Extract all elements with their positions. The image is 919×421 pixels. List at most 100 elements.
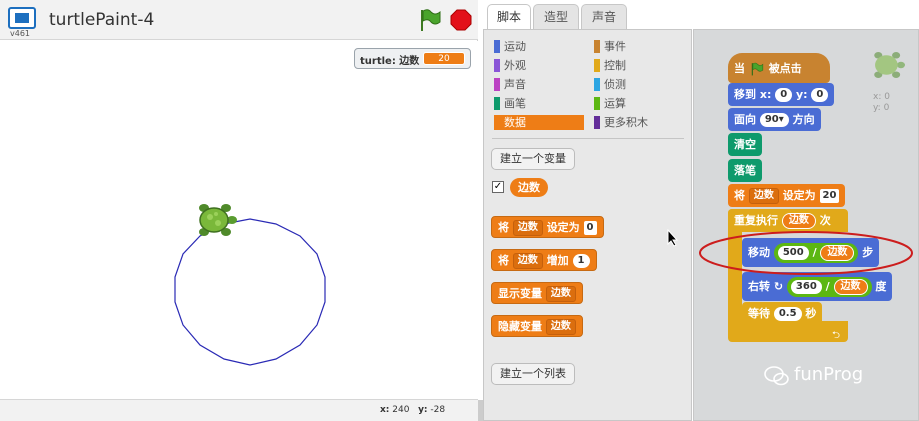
turn-numerator-input[interactable]: 360 xyxy=(790,280,822,294)
stop-icon[interactable] xyxy=(450,9,472,31)
hide-block-var-dropdown[interactable]: 边数 xyxy=(545,319,576,335)
change-block-label: 将 xyxy=(498,254,509,267)
mouse-y-label: y: xyxy=(418,405,428,415)
hat-label: 当 xyxy=(734,62,745,75)
when-flag-clicked-block[interactable]: 当 被点击 xyxy=(728,53,830,83)
variable-monitor-label: turtle: 边数 xyxy=(360,56,420,67)
point-direction-block[interactable]: 面向 90▾ 方向 xyxy=(728,108,821,131)
script-area[interactable]: 当 被点击 移到 x: 0 y: 0 面向 90▾ 方向 清空 落笔 将 边数 … xyxy=(693,29,919,421)
category-sensing[interactable]: 侦测 xyxy=(594,77,626,92)
category-events[interactable]: 事件 xyxy=(594,39,626,54)
category-more-blocks[interactable]: 更多积木 xyxy=(594,115,648,130)
change-block-var-dropdown[interactable]: 边数 xyxy=(512,253,543,269)
editor-tabs: 脚本 造型 声音 xyxy=(483,0,919,30)
set-block-var-dropdown[interactable]: 边数 xyxy=(512,220,543,236)
tab-costumes[interactable]: 造型 xyxy=(533,4,579,29)
show-block-var-dropdown[interactable]: 边数 xyxy=(545,286,576,302)
category-control[interactable]: 控制 xyxy=(594,58,626,73)
direction-input[interactable]: 90▾ xyxy=(759,113,789,127)
turn-label: 右转 xyxy=(748,280,770,293)
show-block-label: 显示变量 xyxy=(498,287,542,300)
variable-monitor-value: 20 xyxy=(423,52,465,65)
set-variable-block[interactable]: 将 边数 设定为 0 xyxy=(491,216,604,238)
sprite-position: x: 0 y: 0 xyxy=(873,92,890,114)
hat-label-2: 被点击 xyxy=(768,62,802,75)
variable-reporter[interactable]: 边数 xyxy=(510,178,548,197)
goto-xy-block[interactable]: 移到 x: 0 y: 0 xyxy=(728,83,835,106)
change-variable-block[interactable]: 将 边数 增加 1 xyxy=(491,249,597,271)
variable-checkbox[interactable]: ✓ xyxy=(492,181,504,193)
stage-canvas[interactable]: turtle: 边数 20 xyxy=(0,41,478,399)
wait-block[interactable]: 等待 0.5 秒 xyxy=(742,302,823,325)
goto-y-input[interactable]: 0 xyxy=(811,88,829,102)
category-sound[interactable]: 声音 xyxy=(494,77,526,92)
make-list-button[interactable]: 建立一个列表 xyxy=(491,363,575,385)
set-block-label: 将 xyxy=(498,221,509,234)
category-operators[interactable]: 运算 xyxy=(594,96,626,111)
direction-value: 90 xyxy=(764,114,779,125)
turn-label-2: 度 xyxy=(875,280,887,293)
hide-block-label: 隐藏变量 xyxy=(498,320,542,333)
category-data[interactable]: 数据 xyxy=(494,115,584,130)
set-block-value-input[interactable]: 0 xyxy=(583,221,597,235)
point-label-2: 方向 xyxy=(792,113,815,126)
block-palette: 运动 外观 声音 画笔 数据 事件 控制 侦测 运算 更多积木 建立一个变量 ✓… xyxy=(483,29,692,421)
set-block-label-2: 设定为 xyxy=(546,221,580,234)
category-motion[interactable]: 运动 xyxy=(494,39,526,54)
stage-header: v461 turtlePaint-4 xyxy=(0,0,478,40)
repeat-label-2: 次 xyxy=(819,214,831,227)
stage-footer: x: 240 y: -28 xyxy=(0,399,478,421)
set-script-value-input[interactable]: 20 xyxy=(819,189,840,203)
category-pen[interactable]: 画笔 xyxy=(494,96,526,111)
variable-monitor[interactable]: turtle: 边数 20 xyxy=(354,48,471,69)
category-divider xyxy=(492,138,684,139)
turtle-sprite-icon[interactable] xyxy=(194,199,238,241)
make-variable-button[interactable]: 建立一个变量 xyxy=(491,148,575,170)
fullscreen-button[interactable] xyxy=(8,7,36,29)
pen-down-block[interactable]: 落笔 xyxy=(728,159,762,182)
category-looks[interactable]: 外观 xyxy=(494,58,526,73)
change-block-label-2: 增加 xyxy=(546,254,569,267)
sprite-thumbnail-icon xyxy=(874,52,905,78)
sprite-y: y: 0 xyxy=(873,103,890,113)
mouse-y-value: -28 xyxy=(430,405,446,415)
divide-symbol-2: / xyxy=(825,280,830,293)
clear-block[interactable]: 清空 xyxy=(728,133,762,156)
stage-panel: v461 turtlePaint-4 turtle: 边数 20 x: 240 … xyxy=(0,0,478,421)
goto-label: 移到 xyxy=(734,88,756,101)
turn-right-icon: ↻ xyxy=(773,280,784,293)
set-script-var-dropdown[interactable]: 边数 xyxy=(748,188,779,204)
green-flag-icon xyxy=(751,62,763,76)
turn-var-reporter[interactable]: 边数 xyxy=(833,279,868,295)
sprite-x: x: 0 xyxy=(873,92,890,102)
show-variable-block[interactable]: 显示变量 边数 xyxy=(491,282,583,304)
set-script-label: 将 xyxy=(734,189,745,202)
point-label: 面向 xyxy=(734,113,756,126)
wechat-icon xyxy=(764,366,789,386)
watermark-text: funProg xyxy=(794,364,864,385)
set-script-label-2: 设定为 xyxy=(782,189,816,202)
repeat-count-reporter[interactable]: 边数 xyxy=(781,213,816,229)
mouse-cursor-icon xyxy=(667,229,679,247)
tab-sounds[interactable]: 声音 xyxy=(581,4,627,29)
pen-drawing xyxy=(174,218,326,366)
highlight-ellipse xyxy=(699,231,913,275)
goto-x-label: x: xyxy=(759,88,772,101)
set-variable-script-block[interactable]: 将 边数 设定为 20 xyxy=(728,184,846,207)
mouse-x-value: 240 xyxy=(392,405,410,415)
green-flag-icon[interactable] xyxy=(418,8,442,32)
repeat-label: 重复执行 xyxy=(734,214,778,227)
wait-label-2: 秒 xyxy=(805,307,817,320)
goto-y-label: y: xyxy=(796,88,808,101)
mouse-coordinates: x: 240 y: -28 xyxy=(380,405,445,415)
change-block-value-input[interactable]: 1 xyxy=(572,254,590,268)
wait-label: 等待 xyxy=(748,307,770,320)
loop-arrow-icon: ⮌ xyxy=(832,330,841,341)
goto-x-input[interactable]: 0 xyxy=(775,88,793,102)
project-title[interactable]: turtlePaint-4 xyxy=(49,10,154,30)
wait-input[interactable]: 0.5 xyxy=(773,307,802,321)
hide-variable-block[interactable]: 隐藏变量 边数 xyxy=(491,315,583,337)
tab-scripts[interactable]: 脚本 xyxy=(487,4,531,29)
divide-operator-2[interactable]: 360 / 边数 xyxy=(786,277,872,297)
mouse-x-label: x: xyxy=(380,405,390,415)
